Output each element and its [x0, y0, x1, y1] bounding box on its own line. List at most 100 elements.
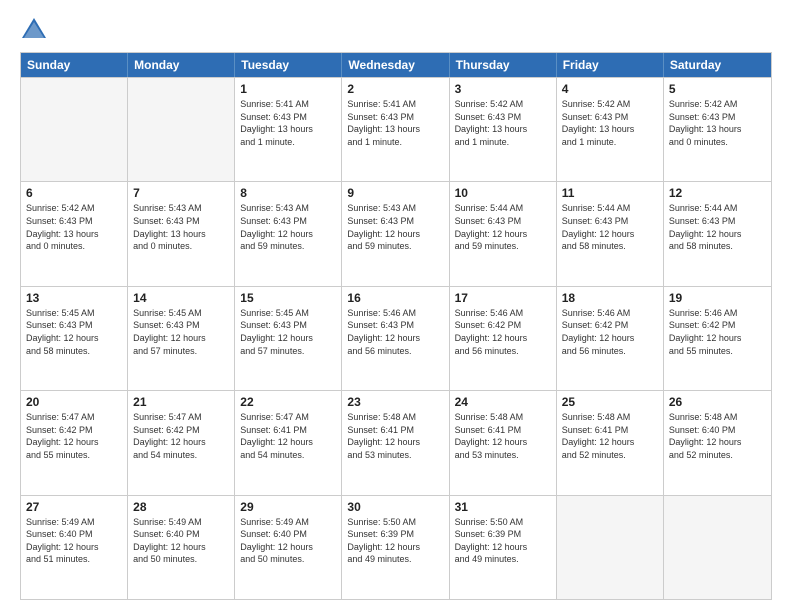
- day-info: Sunrise: 5:46 AM Sunset: 6:42 PM Dayligh…: [455, 307, 551, 357]
- calendar-cell: 10Sunrise: 5:44 AM Sunset: 6:43 PM Dayli…: [450, 182, 557, 285]
- day-number: 16: [347, 291, 443, 305]
- calendar-cell: 11Sunrise: 5:44 AM Sunset: 6:43 PM Dayli…: [557, 182, 664, 285]
- day-number: 9: [347, 186, 443, 200]
- logo-icon: [20, 16, 48, 44]
- day-number: 2: [347, 82, 443, 96]
- day-info: Sunrise: 5:41 AM Sunset: 6:43 PM Dayligh…: [240, 98, 336, 148]
- calendar-cell: 18 Sunrise: 5:46 AM Sunset: 6:42 PM Dayli…: [557, 287, 664, 390]
- day-info: Sunrise: 5:44 AM Sunset: 6:43 PM Dayligh…: [562, 202, 658, 252]
- calendar-cell: 27Sunrise: 5:49 AM Sunset: 6:40 PM Dayli…: [21, 496, 128, 599]
- day-info: Sunrise: 5:50 AM Sunset: 6:39 PM Dayligh…: [455, 516, 551, 566]
- day-info: Sunrise: 5:42 AM Sunset: 6:43 PM Dayligh…: [562, 98, 658, 148]
- day-info: Sunrise: 5:41 AM Sunset: 6:43 PM Dayligh…: [347, 98, 443, 148]
- day-number: 10: [455, 186, 551, 200]
- calendar-cell: 23 Sunrise: 5:48 AM Sunset: 6:41 PM Dayli…: [342, 391, 449, 494]
- calendar-cell: 6Sunrise: 5:42 AM Sunset: 6:43 PM Daylig…: [21, 182, 128, 285]
- day-info: Sunrise: 5:46 AM Sunset: 6:42 PM Dayligh…: [669, 307, 766, 357]
- calendar-cell: 20 Sunrise: 5:47 AM Sunset: 6:42 PM Dayli…: [21, 391, 128, 494]
- day-number: 14: [133, 291, 229, 305]
- logo: [20, 16, 52, 44]
- weekday-header: Saturday: [664, 53, 771, 77]
- day-number: 20: [26, 395, 122, 409]
- day-info: Sunrise: 5:49 AM Sunset: 6:40 PM Dayligh…: [240, 516, 336, 566]
- day-number: 18: [562, 291, 658, 305]
- calendar-cell: 29Sunrise: 5:49 AM Sunset: 6:40 PM Dayli…: [235, 496, 342, 599]
- calendar-cell: [128, 78, 235, 181]
- day-info: Sunrise: 5:48 AM Sunset: 6:41 PM Dayligh…: [455, 411, 551, 461]
- calendar-cell: 22 Sunrise: 5:47 AM Sunset: 6:41 PM Dayli…: [235, 391, 342, 494]
- calendar-cell: 21 Sunrise: 5:47 AM Sunset: 6:42 PM Dayli…: [128, 391, 235, 494]
- calendar-cell: 5 Sunrise: 5:42 AM Sunset: 6:43 PM Daylig…: [664, 78, 771, 181]
- day-info: Sunrise: 5:48 AM Sunset: 6:41 PM Dayligh…: [562, 411, 658, 461]
- calendar-row: 20 Sunrise: 5:47 AM Sunset: 6:42 PM Dayli…: [21, 390, 771, 494]
- day-info: Sunrise: 5:43 AM Sunset: 6:43 PM Dayligh…: [347, 202, 443, 252]
- day-info: Sunrise: 5:45 AM Sunset: 6:43 PM Dayligh…: [26, 307, 122, 357]
- day-info: Sunrise: 5:45 AM Sunset: 6:43 PM Dayligh…: [133, 307, 229, 357]
- calendar-cell: [21, 78, 128, 181]
- calendar-cell: 1 Sunrise: 5:41 AM Sunset: 6:43 PM Daylig…: [235, 78, 342, 181]
- calendar-cell: 19 Sunrise: 5:46 AM Sunset: 6:42 PM Dayli…: [664, 287, 771, 390]
- day-number: 13: [26, 291, 122, 305]
- calendar-cell: [664, 496, 771, 599]
- day-info: Sunrise: 5:50 AM Sunset: 6:39 PM Dayligh…: [347, 516, 443, 566]
- day-info: Sunrise: 5:44 AM Sunset: 6:43 PM Dayligh…: [669, 202, 766, 252]
- calendar-cell: 26Sunrise: 5:48 AM Sunset: 6:40 PM Dayli…: [664, 391, 771, 494]
- day-number: 7: [133, 186, 229, 200]
- calendar: SundayMondayTuesdayWednesdayThursdayFrid…: [20, 52, 772, 600]
- day-number: 19: [669, 291, 766, 305]
- day-number: 1: [240, 82, 336, 96]
- day-number: 15: [240, 291, 336, 305]
- weekday-header: Monday: [128, 53, 235, 77]
- calendar-cell: 3 Sunrise: 5:42 AM Sunset: 6:43 PM Daylig…: [450, 78, 557, 181]
- day-number: 3: [455, 82, 551, 96]
- day-info: Sunrise: 5:43 AM Sunset: 6:43 PM Dayligh…: [133, 202, 229, 252]
- calendar-cell: 24 Sunrise: 5:48 AM Sunset: 6:41 PM Dayli…: [450, 391, 557, 494]
- calendar-cell: 28Sunrise: 5:49 AM Sunset: 6:40 PM Dayli…: [128, 496, 235, 599]
- day-number: 27: [26, 500, 122, 514]
- calendar-cell: 14 Sunrise: 5:45 AM Sunset: 6:43 PM Dayli…: [128, 287, 235, 390]
- day-info: Sunrise: 5:43 AM Sunset: 6:43 PM Dayligh…: [240, 202, 336, 252]
- day-number: 24: [455, 395, 551, 409]
- day-info: Sunrise: 5:42 AM Sunset: 6:43 PM Dayligh…: [455, 98, 551, 148]
- calendar-row: 13 Sunrise: 5:45 AM Sunset: 6:43 PM Dayli…: [21, 286, 771, 390]
- calendar-cell: 30Sunrise: 5:50 AM Sunset: 6:39 PM Dayli…: [342, 496, 449, 599]
- weekday-header: Sunday: [21, 53, 128, 77]
- day-number: 22: [240, 395, 336, 409]
- weekday-header: Tuesday: [235, 53, 342, 77]
- calendar-cell: 4 Sunrise: 5:42 AM Sunset: 6:43 PM Daylig…: [557, 78, 664, 181]
- day-info: Sunrise: 5:48 AM Sunset: 6:41 PM Dayligh…: [347, 411, 443, 461]
- day-info: Sunrise: 5:42 AM Sunset: 6:43 PM Dayligh…: [669, 98, 766, 148]
- calendar-cell: 31 Sunrise: 5:50 AM Sunset: 6:39 PM Dayli…: [450, 496, 557, 599]
- calendar-cell: 17 Sunrise: 5:46 AM Sunset: 6:42 PM Dayli…: [450, 287, 557, 390]
- calendar-cell: [557, 496, 664, 599]
- day-number: 25: [562, 395, 658, 409]
- calendar-header: SundayMondayTuesdayWednesdayThursdayFrid…: [21, 53, 771, 77]
- day-number: 26: [669, 395, 766, 409]
- day-info: Sunrise: 5:47 AM Sunset: 6:42 PM Dayligh…: [26, 411, 122, 461]
- day-number: 31: [455, 500, 551, 514]
- day-info: Sunrise: 5:47 AM Sunset: 6:42 PM Dayligh…: [133, 411, 229, 461]
- day-info: Sunrise: 5:46 AM Sunset: 6:42 PM Dayligh…: [562, 307, 658, 357]
- day-info: Sunrise: 5:47 AM Sunset: 6:41 PM Dayligh…: [240, 411, 336, 461]
- day-number: 4: [562, 82, 658, 96]
- calendar-row: 6Sunrise: 5:42 AM Sunset: 6:43 PM Daylig…: [21, 181, 771, 285]
- page: SundayMondayTuesdayWednesdayThursdayFrid…: [0, 0, 792, 612]
- calendar-cell: 15 Sunrise: 5:45 AM Sunset: 6:43 PM Dayli…: [235, 287, 342, 390]
- calendar-cell: 7 Sunrise: 5:43 AM Sunset: 6:43 PM Daylig…: [128, 182, 235, 285]
- day-info: Sunrise: 5:42 AM Sunset: 6:43 PM Dayligh…: [26, 202, 122, 252]
- day-info: Sunrise: 5:46 AM Sunset: 6:43 PM Dayligh…: [347, 307, 443, 357]
- calendar-cell: 9 Sunrise: 5:43 AM Sunset: 6:43 PM Daylig…: [342, 182, 449, 285]
- weekday-header: Friday: [557, 53, 664, 77]
- calendar-cell: 2 Sunrise: 5:41 AM Sunset: 6:43 PM Daylig…: [342, 78, 449, 181]
- day-info: Sunrise: 5:45 AM Sunset: 6:43 PM Dayligh…: [240, 307, 336, 357]
- day-number: 12: [669, 186, 766, 200]
- calendar-cell: 13 Sunrise: 5:45 AM Sunset: 6:43 PM Dayli…: [21, 287, 128, 390]
- calendar-row: 1 Sunrise: 5:41 AM Sunset: 6:43 PM Daylig…: [21, 77, 771, 181]
- calendar-cell: 16 Sunrise: 5:46 AM Sunset: 6:43 PM Dayli…: [342, 287, 449, 390]
- weekday-header: Thursday: [450, 53, 557, 77]
- day-number: 17: [455, 291, 551, 305]
- day-number: 5: [669, 82, 766, 96]
- header: [20, 16, 772, 44]
- day-number: 21: [133, 395, 229, 409]
- day-number: 23: [347, 395, 443, 409]
